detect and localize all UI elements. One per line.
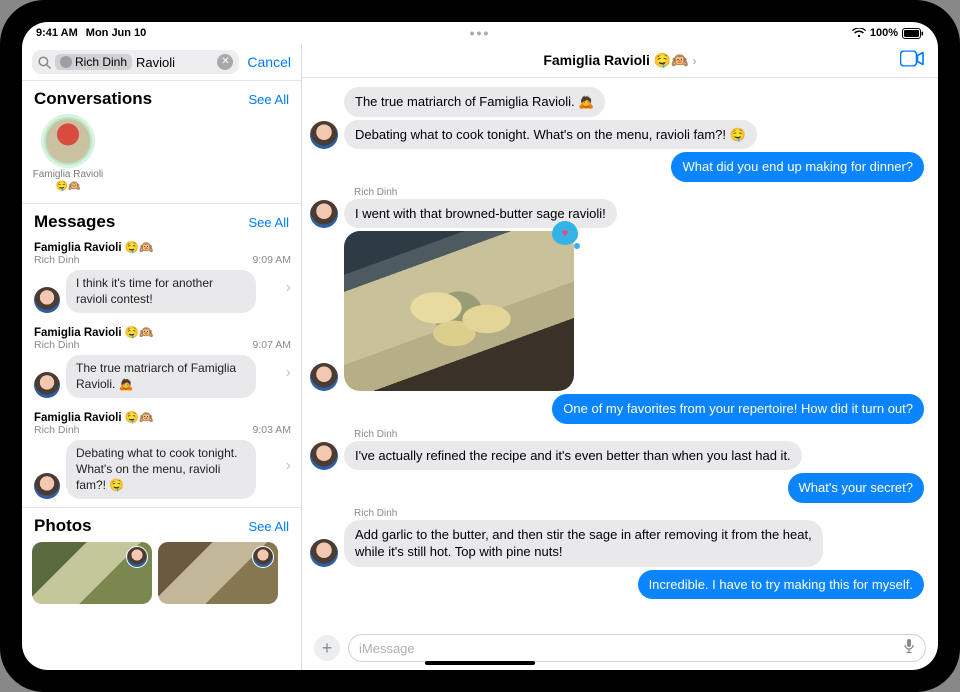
message-result-chat: Famiglia Ravioli 🤤🙉: [34, 325, 291, 339]
search-input[interactable]: Rich Dinh Ravioli ✕: [32, 50, 239, 74]
message-text: What's your secret?: [788, 473, 924, 503]
message-incoming-photo[interactable]: ♥: [310, 231, 924, 391]
message-outgoing[interactable]: What did you end up making for dinner?: [310, 152, 924, 182]
message-outgoing[interactable]: Incredible. I have to try making this fo…: [310, 570, 924, 600]
token-avatar-icon: [60, 56, 72, 68]
message-incoming[interactable]: Rich DinhAdd garlic to the butter, and t…: [310, 506, 924, 567]
message-result[interactable]: Famiglia Ravioli 🤤🙉Rich Dinh 9:07 AM The t…: [22, 321, 301, 406]
sender-name: Rich Dinh: [354, 187, 397, 198]
message-result-sender: Rich Dinh: [34, 339, 80, 351]
facetime-button[interactable]: [900, 50, 924, 71]
message-result-chat: Famiglia Ravioli 🤤🙉: [34, 410, 291, 424]
see-all-messages[interactable]: See All: [249, 215, 289, 230]
section-photos: Photos See All: [22, 507, 301, 604]
sender-avatar-icon: [310, 442, 338, 470]
message-result-time: 9:07 AM: [252, 339, 291, 351]
message-outgoing[interactable]: One of my favorites from your repertoire…: [310, 394, 924, 424]
message-result[interactable]: Famiglia Ravioli 🤤🙉Rich Dinh 9:09 AM I thi…: [22, 236, 301, 321]
message-incoming[interactable]: The true matriarch of Famiglia Ravioli. …: [310, 87, 924, 117]
conversation-result[interactable]: Famiglia Ravioli 🤤🙉: [32, 117, 104, 193]
sender-avatar-icon: [34, 473, 60, 499]
conversation-header[interactable]: Famiglia Ravioli 🤤🙉 ›: [302, 44, 938, 78]
wifi-icon: [852, 28, 866, 38]
message-result-sender: Rich Dinh: [34, 254, 80, 266]
search-token-person[interactable]: Rich Dinh: [55, 54, 132, 70]
sidebar: Rich Dinh Ravioli ✕ Cancel Conversations…: [22, 44, 302, 670]
home-indicator[interactable]: [425, 661, 535, 665]
sender-avatar-icon: [126, 546, 148, 568]
message-thread[interactable]: The true matriarch of Famiglia Ravioli. …: [302, 78, 938, 628]
chevron-right-icon: ›: [693, 54, 697, 68]
dictate-icon[interactable]: [903, 638, 915, 659]
message-text: The true matriarch of Famiglia Ravioli. …: [344, 87, 605, 117]
group-avatar-icon: [44, 117, 92, 165]
clear-search-icon[interactable]: ✕: [217, 54, 233, 70]
photo-result[interactable]: [158, 542, 278, 604]
compose-bar: + iMessage: [302, 628, 938, 670]
plus-button[interactable]: +: [314, 635, 340, 661]
photo-result[interactable]: [32, 542, 152, 604]
section-messages: Messages See All Famiglia Ravioli 🤤🙉Rich…: [22, 203, 301, 507]
chevron-right-icon: ›: [286, 279, 291, 297]
conversation-pane: Famiglia Ravioli 🤤🙉 › The true matriarch…: [302, 44, 938, 670]
message-result-text: The true matriarch of Famiglia Ravioli. …: [66, 355, 256, 398]
section-title-photos: Photos: [34, 516, 92, 536]
sender-avatar-icon: [34, 372, 60, 398]
message-result-time: 9:09 AM: [252, 254, 291, 266]
message-outgoing[interactable]: What's your secret?: [310, 473, 924, 503]
message-text: Debating what to cook tonight. What's on…: [344, 120, 757, 150]
sender-avatar-icon: [310, 363, 338, 391]
search-text: Ravioli: [136, 55, 213, 70]
message-result-time: 9:03 AM: [252, 424, 291, 436]
battery-pct: 100%: [870, 27, 898, 39]
section-title-messages: Messages: [34, 212, 115, 232]
conversation-title: Famiglia Ravioli 🤤🙉: [543, 52, 688, 69]
message-incoming[interactable]: Debating what to cook tonight. What's on…: [310, 120, 924, 150]
screen: 9:41 AM Mon Jun 10 ••• 100%: [22, 22, 938, 670]
conversation-result-name: Famiglia Ravioli 🤤🙉: [32, 169, 104, 193]
sender-avatar-icon: [310, 200, 338, 228]
chevron-right-icon: ›: [286, 364, 291, 382]
message-text: I've actually refined the recipe and it'…: [344, 441, 802, 471]
search-token-label: Rich Dinh: [75, 55, 127, 69]
message-text: Add garlic to the butter, and then stir …: [344, 520, 823, 567]
multitask-dots-icon[interactable]: •••: [470, 25, 491, 41]
cancel-button[interactable]: Cancel: [247, 54, 291, 70]
section-conversations: Conversations See All Famiglia Ravioli 🤤…: [22, 80, 301, 203]
message-result-chat: Famiglia Ravioli 🤤🙉: [34, 240, 291, 254]
status-date: Mon Jun 10: [86, 27, 147, 39]
message-incoming[interactable]: Rich DinhI went with that browned-butter…: [310, 185, 924, 229]
message-placeholder: iMessage: [359, 641, 415, 656]
search-icon: [38, 56, 51, 69]
battery-icon: [902, 28, 924, 39]
message-text: What did you end up making for dinner?: [671, 152, 924, 182]
message-input[interactable]: iMessage: [348, 634, 926, 662]
tapback-heart-icon[interactable]: ♥: [552, 221, 578, 247]
sender-name: Rich Dinh: [354, 508, 397, 519]
section-title-conversations: Conversations: [34, 89, 152, 109]
message-result-sender: Rich Dinh: [34, 424, 80, 436]
message-result[interactable]: Famiglia Ravioli 🤤🙉Rich Dinh 9:03 AM Debat…: [22, 406, 301, 507]
status-bar: 9:41 AM Mon Jun 10 ••• 100%: [22, 22, 938, 44]
message-text: Incredible. I have to try making this fo…: [638, 570, 924, 600]
see-all-conversations[interactable]: See All: [249, 92, 289, 107]
message-text: One of my favorites from your repertoire…: [552, 394, 924, 424]
message-result-text: Debating what to cook tonight. What's on…: [66, 440, 256, 499]
sender-avatar-icon: [252, 546, 274, 568]
sender-name: Rich Dinh: [354, 429, 397, 440]
photo-attachment[interactable]: [344, 231, 574, 391]
see-all-photos[interactable]: See All: [249, 519, 289, 534]
message-incoming[interactable]: Rich DinhI've actually refined the recip…: [310, 427, 924, 471]
sender-avatar-icon: [310, 121, 338, 149]
status-time: 9:41 AM: [36, 27, 78, 39]
chevron-right-icon: ›: [286, 457, 291, 475]
message-result-text: I think it's time for another ravioli co…: [66, 270, 256, 313]
sender-avatar-icon: [310, 539, 338, 567]
sender-avatar-icon: [34, 287, 60, 313]
ipad-frame: 9:41 AM Mon Jun 10 ••• 100%: [0, 0, 960, 692]
